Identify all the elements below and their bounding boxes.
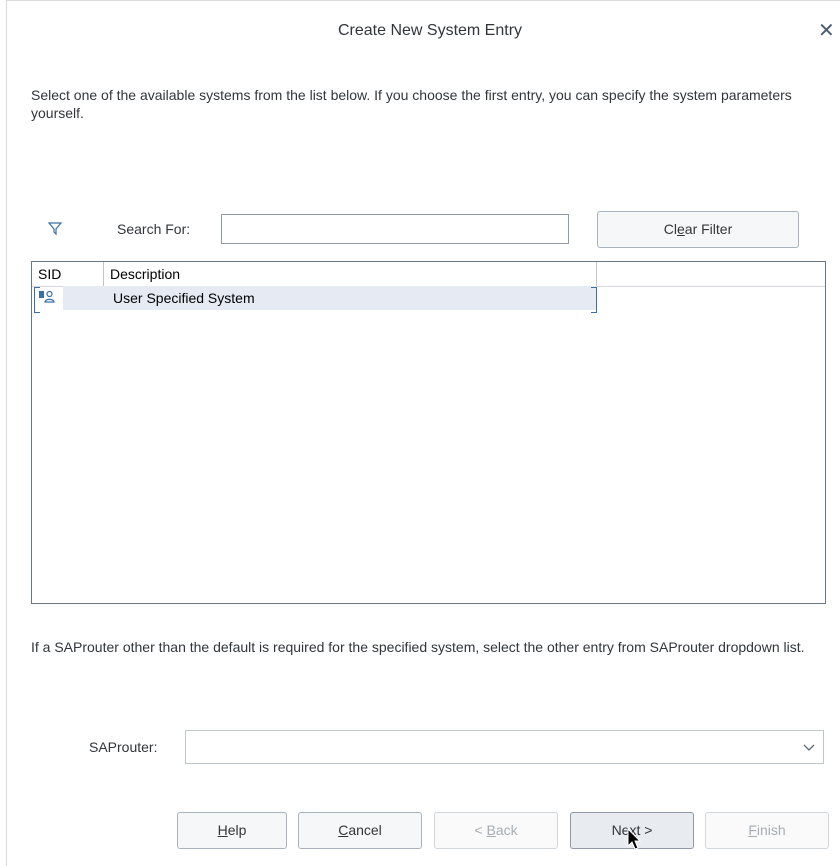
column-header-sid[interactable]: SID — [32, 262, 104, 286]
search-input[interactable] — [221, 214, 569, 244]
filter-icon[interactable] — [47, 220, 63, 236]
row-description: User Specified System — [113, 290, 255, 306]
column-header-description[interactable]: Description — [104, 262, 597, 286]
help-label-rest: elp — [227, 822, 247, 838]
column-header-empty — [597, 262, 825, 286]
back-mnemonic: B — [486, 822, 496, 838]
back-label-pre: < — [474, 822, 487, 838]
clear-filter-button[interactable]: Clear Filter — [597, 211, 799, 248]
saprouter-dropdown[interactable] — [185, 730, 824, 764]
clear-filter-label-post: ar Filter — [684, 221, 733, 237]
dialog-border-top — [6, 0, 840, 1]
help-mnemonic: H — [217, 822, 228, 838]
intro-text: Select one of the available systems from… — [31, 87, 792, 121]
cancel-button[interactable]: Cancel — [298, 812, 422, 849]
finish-mnemonic: F — [748, 822, 757, 838]
saprouter-help-text: If a SAProuter other than the default is… — [31, 639, 805, 655]
back-label-rest: ack — [495, 822, 518, 838]
focus-bracket-right — [591, 287, 597, 313]
cancel-label-rest: ancel — [348, 822, 382, 838]
chevron-down-icon — [803, 744, 815, 751]
dialog-title: Create New System Entry — [337, 22, 523, 39]
finish-label-rest: inish — [756, 822, 786, 838]
help-button[interactable]: Help — [177, 812, 287, 849]
saprouter-label: SAProuter: — [89, 739, 158, 755]
back-button[interactable]: < Back — [434, 812, 558, 849]
table-header: SID Description — [32, 262, 825, 287]
search-label: Search For: — [117, 221, 191, 237]
finish-button[interactable]: Finish — [705, 812, 829, 849]
clear-filter-mnemonic: e — [676, 221, 685, 237]
cancel-mnemonic: C — [338, 822, 349, 838]
system-table: SID Description User Specified System — [31, 261, 826, 604]
dialog-border-left — [6, 0, 7, 866]
close-icon[interactable]: ✕ — [818, 18, 840, 44]
create-system-entry-dialog: Create New System Entry ✕ Select one of … — [0, 0, 840, 866]
table-row[interactable]: User Specified System — [32, 286, 597, 313]
mouse-cursor-icon — [627, 828, 642, 850]
user-system-icon — [39, 290, 55, 303]
clear-filter-label-pre: Cl — [663, 221, 677, 237]
